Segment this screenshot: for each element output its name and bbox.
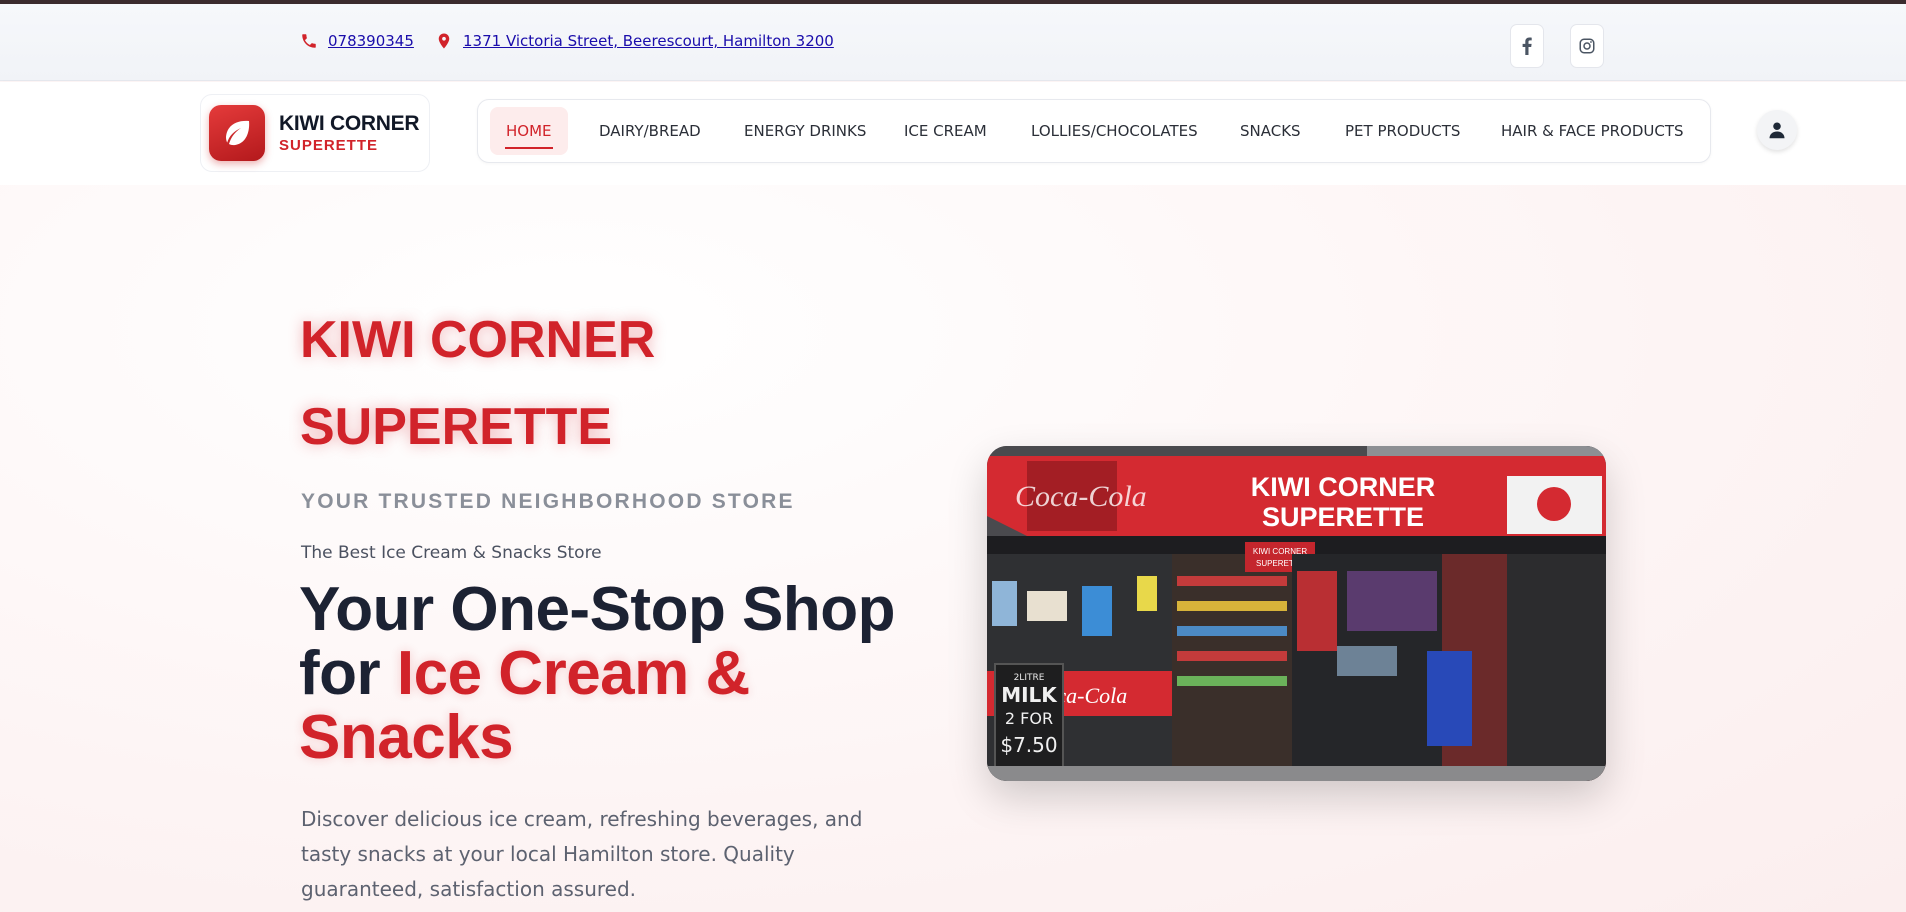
hero-brand-line1: KIWI CORNER [300, 311, 656, 369]
address-contact: 1371 Victoria Street, Beerescourt, Hamil… [435, 32, 834, 50]
logo-subtitle: SUPERETTE [279, 137, 379, 154]
site-logo[interactable]: KIWI CORNER SUPERETTE [200, 94, 430, 172]
nav-item-home[interactable]: HOME [490, 107, 568, 155]
nav-item-hair-face-products[interactable]: HAIR & FACE PRODUCTS [1501, 100, 1684, 162]
map-pin-icon [438, 33, 450, 49]
address-link[interactable]: 1371 Victoria Street, Beerescourt, Hamil… [463, 32, 834, 50]
photo-board-line4: $7.50 [1000, 733, 1057, 757]
nav-item-energy-drinks[interactable]: ENERGY DRINKS [744, 100, 866, 162]
photo-board-line3: 2 FOR [1005, 709, 1053, 728]
user-icon [1769, 122, 1785, 139]
hero-description: Discover delicious ice cream, refreshing… [301, 807, 863, 901]
leaf-icon [209, 105, 265, 161]
phone-contact: 078390345 [300, 32, 414, 50]
user-account-button[interactable] [1757, 110, 1797, 150]
facebook-icon [1522, 37, 1532, 55]
main-nav: HOME DAIRY/BREAD ENERGY DRINKS ICE CREAM… [477, 99, 1711, 163]
instagram-icon [1579, 38, 1595, 54]
photo-sign-line2: SUPERETTE [1262, 502, 1424, 532]
nav-item-dairy-bread[interactable]: DAIRY/BREAD [599, 100, 701, 162]
facebook-button[interactable] [1510, 24, 1544, 68]
phone-icon [302, 34, 316, 48]
instagram-button[interactable] [1570, 24, 1604, 68]
nav-item-lollies-chocolates[interactable]: LOLLIES/CHOCOLATES [1031, 100, 1198, 162]
nav-item-snacks[interactable]: SNACKS [1240, 100, 1301, 162]
contact-bar: 078390345 1371 Victoria Street, Beeresco… [0, 4, 1906, 81]
nav-item-pet-products[interactable]: PET PRODUCTS [1345, 100, 1460, 162]
logo-title: KIWI CORNER [279, 112, 420, 135]
photo-coke-script-left: Coca-Cola [1015, 480, 1147, 513]
store-front-photo: Coca-Cola KIWI CORNER SUPERETTE KIWI COR… [987, 446, 1606, 781]
hero-tagline: YOUR TRUSTED NEIGHBORHOOD STORE [301, 490, 795, 513]
hero-subtitle: The Best Ice Cream & Snacks Store [301, 543, 602, 563]
photo-sign-line1: KIWI CORNER [1251, 472, 1436, 502]
nav-item-ice-cream[interactable]: ICE CREAM [904, 100, 987, 162]
hero-headline: Your One-Stop Shop for Ice Cream & Snack… [299, 578, 939, 770]
photo-board-line2: MILK [1001, 683, 1058, 707]
photo-board-line1: 2LITRE [1014, 673, 1045, 683]
hero-section: KIWI CORNER SUPERETTE YOUR TRUSTED NEIGH… [0, 185, 1906, 912]
phone-link[interactable]: 078390345 [328, 32, 414, 50]
hero-brand-line2: SUPERETTE [300, 398, 613, 456]
main-header: KIWI CORNER SUPERETTE HOME DAIRY/BREAD E… [0, 82, 1906, 185]
